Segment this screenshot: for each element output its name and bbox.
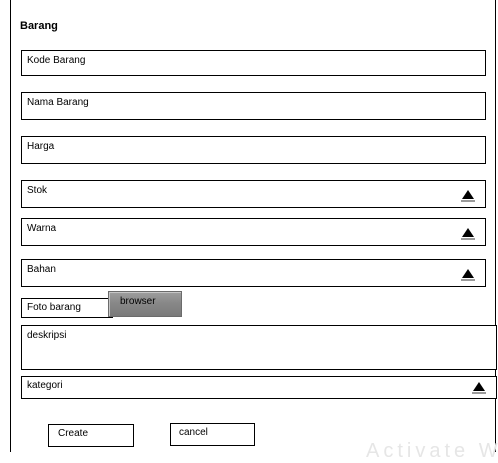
kategori-dropdown-icon[interactable] — [472, 382, 486, 394]
deskripsi-field[interactable]: deskripsi — [21, 325, 497, 370]
warna-dropdown-icon[interactable] — [461, 228, 475, 240]
nama-barang-field[interactable]: Nama Barang — [21, 92, 486, 120]
warna-label: Warna — [27, 223, 57, 234]
browse-button[interactable]: browser — [108, 291, 182, 317]
bahan-dropdown-icon[interactable] — [461, 269, 475, 281]
deskripsi-label: deskripsi — [27, 330, 67, 341]
cancel-button-label: cancel — [179, 427, 208, 438]
foto-barang-field: Foto barang — [21, 298, 113, 318]
bahan-label: Bahan — [27, 264, 56, 275]
create-button-label: Create — [58, 428, 89, 439]
warna-field[interactable]: Warna — [21, 218, 486, 246]
form-title: Barang — [20, 20, 58, 32]
kode-barang-label: Kode Barang — [27, 55, 86, 66]
nama-barang-label: Nama Barang — [27, 97, 89, 108]
harga-label: Harga — [27, 141, 55, 152]
cancel-button[interactable]: cancel — [170, 423, 255, 446]
kategori-field[interactable]: kategori — [21, 376, 497, 399]
stok-field[interactable]: Stok — [21, 180, 486, 208]
stok-spinner-up-icon[interactable] — [461, 190, 475, 202]
harga-field[interactable]: Harga — [21, 136, 486, 164]
kategori-label: kategori — [27, 380, 63, 391]
bahan-field[interactable]: Bahan — [21, 259, 486, 287]
stok-label: Stok — [27, 185, 48, 196]
create-button[interactable]: Create — [48, 424, 134, 447]
kode-barang-field[interactable]: Kode Barang — [21, 50, 486, 76]
browse-button-label: browser — [120, 296, 156, 307]
foto-barang-label: Foto barang — [27, 302, 81, 313]
